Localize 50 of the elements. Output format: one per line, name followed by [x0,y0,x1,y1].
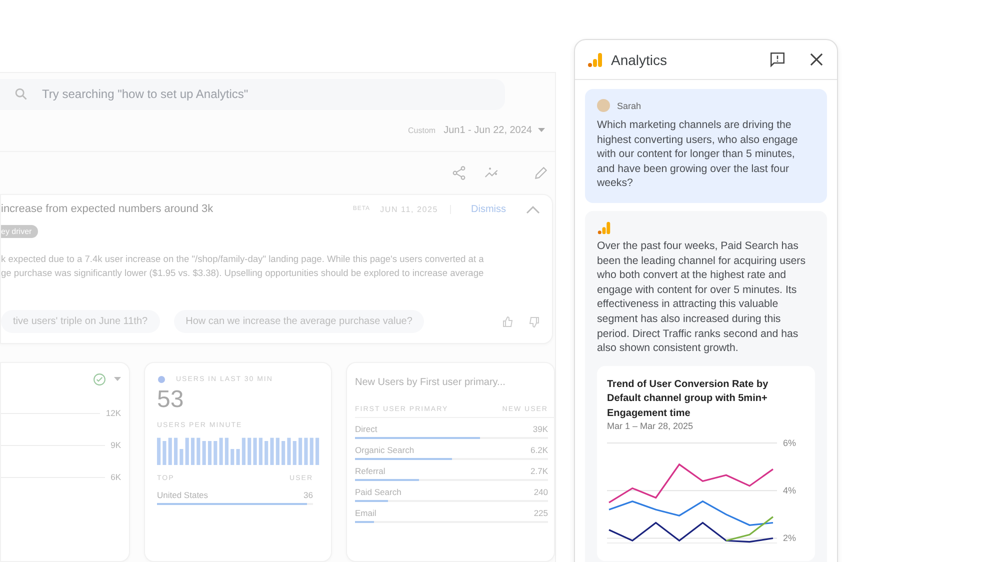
caret-icon [538,128,545,133]
axis-tick-label: 6% [783,438,796,448]
thumbs-up-icon[interactable] [502,316,514,328]
insight-text: k expected due to a 7.4k user increase on the "/shop/family-day" landing page. While this page's users converted at a ge purchase was significantly lower ($1.95 vs. $3.38). Upselling opportunities should be explored to increase average [1,253,485,280]
caret-icon [114,377,121,382]
suggestion-chip[interactable]: tive users' triple on June 11th? [1,310,160,333]
table-cell: Paid Search [355,487,402,497]
table-cell: Organic Search [355,445,414,455]
edit-icon[interactable] [533,165,549,182]
check-circle-icon [93,373,106,386]
chart-title: Trend of User Conversion Rate by Default channel group with 5min+ Engagement time [607,378,770,421]
table-cell: 39K [532,424,548,434]
avatar [597,99,610,112]
live-dot-icon [157,375,166,384]
axis-tick-label: 12K [106,408,121,418]
table-cell: 240 [534,487,548,497]
card-title: New Users by First user primary... [355,377,506,388]
insight-title: increase from expected numbers around 3k [1,203,214,216]
table-cell: United States [157,490,208,500]
axis-tick-label: 4% [783,486,796,496]
chart-subtitle: Mar 1 – Mar 28, 2025 [607,421,694,432]
chevron-up-icon[interactable] [526,204,540,214]
suggestion-chip[interactable]: How can we increase the average purchase value? [174,310,424,333]
axis-tick-label: 9K [110,440,121,450]
feedback-icon[interactable] [769,51,786,68]
axis-tick-label: 2% [783,533,796,544]
message-text: Which marketing channels are driving the highest converting users, who also engage with our content for longer than 5 minutes, and have been growing over the last four weeks? [597,118,799,191]
close-icon[interactable] [810,53,823,66]
date-range-picker[interactable]: Jun1 - Jun 22, 2024 [444,124,545,136]
search-input[interactable]: Try searching "how to set up Analytics" [40,86,505,102]
search-icon [14,87,28,102]
axis-tick-label: 6K [110,472,121,482]
panel-title: Analytics [611,52,668,68]
date-range-label: Custom [408,126,436,135]
table-cell: 36 [304,490,313,500]
analytics-logo-icon [597,220,611,235]
thumbs-down-icon[interactable] [528,316,540,328]
analytics-logo-icon [587,52,603,68]
table-cell: Direct [355,424,378,434]
realtime-users-count: 53 [157,386,185,414]
table-cell: 6.2K [530,445,548,455]
table-cell: Referral [355,466,386,476]
table-cell: Email [355,508,376,518]
table-cell: 2.7K [530,466,548,476]
message-text: Over the past four weeks, Paid Search has been the leading channel for acquiring users who both convert at the highest rate and engage with content for over 5 minutes. Its effectiveness in attracting this valuable segment has also increased during this period. Direct Traffic ranks second and has also shown consistent growth. [597,238,806,356]
search-field[interactable]: Try searching "how to set up Analytics" [0,79,505,110]
dismiss-button[interactable]: Dismiss [461,204,516,215]
table-cell: 225 [534,508,548,518]
author-name: Sarah [617,100,642,110]
share-icon[interactable] [451,165,467,182]
